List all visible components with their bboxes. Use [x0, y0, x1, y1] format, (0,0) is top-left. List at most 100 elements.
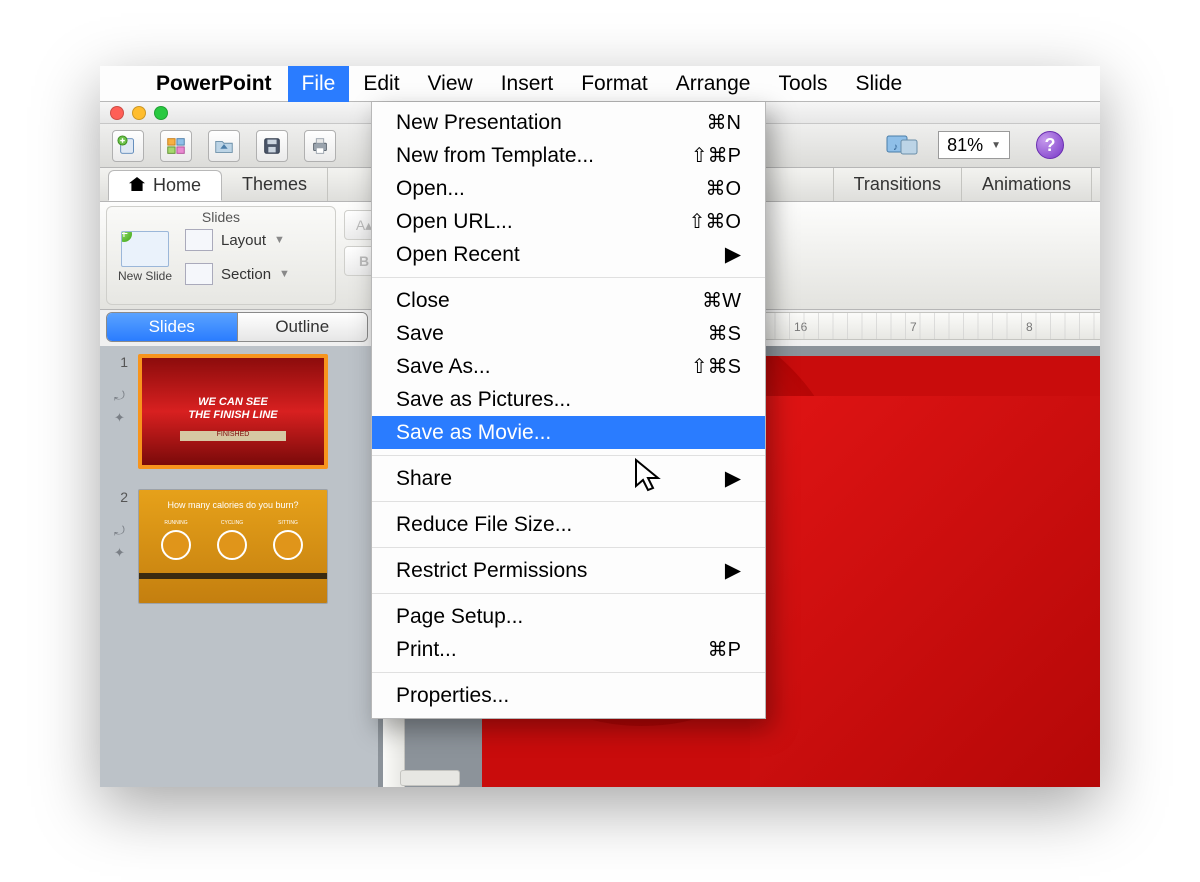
- menu-item-label: Save as Movie...: [396, 421, 551, 445]
- window-zoom-button[interactable]: [154, 106, 168, 120]
- menu-item-label: Share: [396, 467, 452, 491]
- new-slide-label: New Slide: [117, 269, 173, 283]
- slide-thumbnail[interactable]: 1 ⤾ ✦ WE CAN SEETHE FINISH LINE FINISHED: [110, 354, 368, 469]
- menu-separator: [372, 277, 765, 278]
- submenu-arrow-icon: ▶: [725, 558, 741, 583]
- slide-1-text-1: WE CAN SEE: [198, 396, 268, 408]
- menu-item-print[interactable]: Print... ⌘P: [372, 633, 765, 666]
- window-minimize-button[interactable]: [132, 106, 146, 120]
- slide-1-preview[interactable]: WE CAN SEETHE FINISH LINE FINISHED: [138, 354, 328, 469]
- menu-item-shortcut: ⌘P: [708, 637, 741, 662]
- slide-1-text-2: THE FINISH LINE: [188, 409, 277, 421]
- submenu-arrow-icon: ▶: [725, 466, 741, 491]
- menu-item-new-from-template[interactable]: New from Template... ⇧⌘P: [372, 139, 765, 172]
- slides-outline-toggle: Slides Outline: [106, 312, 368, 342]
- menu-item-close[interactable]: Close⌘W: [372, 284, 765, 317]
- menu-insert[interactable]: Insert: [487, 66, 568, 102]
- new-slide-button[interactable]: + New Slide: [117, 231, 173, 283]
- menu-separator: [372, 547, 765, 548]
- menu-item-label: Properties...: [396, 684, 509, 708]
- menu-separator: [372, 672, 765, 673]
- menu-item-open-url[interactable]: Open URL... ⇧⌘O: [372, 205, 765, 238]
- app-name[interactable]: PowerPoint: [140, 72, 288, 96]
- gallery-icon[interactable]: [160, 130, 192, 162]
- file-menu-dropdown: New Presentation ⌘N New from Template... ⇧⌘…: [371, 102, 766, 719]
- slide-number: 1: [110, 354, 128, 370]
- section-button[interactable]: Section▼: [185, 263, 290, 285]
- menu-item-label: Page Setup...: [396, 605, 523, 629]
- menu-file[interactable]: File: [288, 66, 350, 102]
- menu-item-properties[interactable]: Properties...: [372, 679, 765, 712]
- horizontal-ruler: 16 7 8: [760, 312, 1100, 340]
- menu-item-label: Print...: [396, 638, 457, 662]
- menu-item-label: Save as Pictures...: [396, 388, 571, 412]
- menu-item-shortcut: ⌘S: [708, 321, 741, 346]
- zoom-value: 81%: [947, 135, 983, 156]
- plus-icon: +: [121, 231, 132, 242]
- menu-item-save[interactable]: Save ⌘S: [372, 317, 765, 350]
- transition-icon: ⤾: [114, 388, 128, 404]
- slide-2-title: How many calories do you burn?: [139, 500, 327, 510]
- menu-item-open[interactable]: Open... ⌘O: [372, 172, 765, 205]
- menu-item-page-setup[interactable]: Page Setup...: [372, 600, 765, 633]
- layout-button[interactable]: Layout▼: [185, 229, 290, 251]
- chevron-down-icon: ▼: [279, 268, 290, 280]
- menu-item-label: Open...: [396, 177, 465, 201]
- menu-item-save-as[interactable]: Save As...⇧⌘S: [372, 350, 765, 383]
- help-icon[interactable]: ?: [1036, 131, 1064, 159]
- animation-icon: ✦: [114, 545, 128, 561]
- svg-text:♪: ♪: [893, 142, 898, 153]
- menubar: PowerPoint File Edit View Insert Format …: [100, 66, 1100, 102]
- app-frame: PowerPoint File Edit View Insert Format …: [100, 66, 1100, 787]
- menu-item-new-presentation[interactable]: New Presentation ⌘N: [372, 106, 765, 139]
- menu-item-label: Open URL...: [396, 210, 513, 234]
- menu-item-save-as-pictures[interactable]: Save as Pictures...: [372, 383, 765, 416]
- ribbon-group-slides: Slides + New Slide Layout▼ Section▼: [106, 206, 336, 305]
- view-switcher[interactable]: [400, 770, 460, 786]
- menu-item-shortcut: ⌘O: [705, 176, 741, 201]
- tab-transitions[interactable]: Transitions: [834, 168, 962, 201]
- tab-themes[interactable]: Themes: [222, 168, 328, 201]
- slide-2-label-2: CYCLING: [217, 520, 247, 526]
- slide-2-label-3: SITTING: [273, 520, 303, 526]
- menu-item-restrict-permissions[interactable]: Restrict Permissions▶: [372, 554, 765, 587]
- menu-item-shortcut: ⌘N: [707, 110, 741, 135]
- slide-2-preview[interactable]: How many calories do you burn? RUNNING C…: [138, 489, 328, 604]
- menu-item-shortcut: ⌘W: [702, 288, 741, 313]
- save-icon[interactable]: [256, 130, 288, 162]
- submenu-arrow-icon: ▶: [725, 242, 741, 267]
- menu-item-save-as-movie[interactable]: Save as Movie...: [372, 416, 765, 449]
- menu-item-label: New Presentation: [396, 111, 562, 135]
- menu-item-open-recent[interactable]: Open Recent▶: [372, 238, 765, 271]
- tab-animations[interactable]: Animations: [962, 168, 1092, 201]
- menu-view[interactable]: View: [414, 66, 487, 102]
- menu-arrange[interactable]: Arrange: [662, 66, 765, 102]
- menu-item-shortcut: ⇧⌘O: [689, 209, 741, 234]
- menu-format[interactable]: Format: [567, 66, 662, 102]
- menu-item-reduce-file-size[interactable]: Reduce File Size...: [372, 508, 765, 541]
- slide-2-label-1: RUNNING: [161, 520, 191, 526]
- menu-item-label: New from Template...: [396, 144, 594, 168]
- new-document-icon[interactable]: [112, 130, 144, 162]
- menu-slide[interactable]: Slide: [841, 66, 916, 102]
- menu-item-label: Reduce File Size...: [396, 513, 572, 537]
- toggle-slides[interactable]: Slides: [107, 313, 237, 341]
- print-icon[interactable]: [304, 130, 336, 162]
- tab-home[interactable]: Home: [108, 170, 222, 201]
- menu-item-share[interactable]: Share ▶: [372, 462, 765, 495]
- zoom-select[interactable]: 81% ▼: [938, 131, 1010, 159]
- window-close-button[interactable]: [110, 106, 124, 120]
- chevron-down-icon: ▼: [991, 140, 1001, 151]
- menu-tools[interactable]: Tools: [764, 66, 841, 102]
- slide-thumbnail[interactable]: 2 ⤾ ✦ How many calories do you burn? RUN…: [110, 489, 368, 604]
- menu-item-label: Save: [396, 322, 444, 346]
- media-browser-icon[interactable]: ♪: [886, 131, 920, 159]
- menu-separator: [372, 501, 765, 502]
- menu-edit[interactable]: Edit: [349, 66, 413, 102]
- tab-home-label: Home: [153, 175, 201, 196]
- menu-item-shortcut: ⇧⌘P: [691, 143, 741, 168]
- open-icon[interactable]: [208, 130, 240, 162]
- toggle-outline[interactable]: Outline: [237, 313, 368, 341]
- ribbon-group-slides-title: Slides: [202, 207, 240, 229]
- animation-icon: ✦: [114, 410, 128, 426]
